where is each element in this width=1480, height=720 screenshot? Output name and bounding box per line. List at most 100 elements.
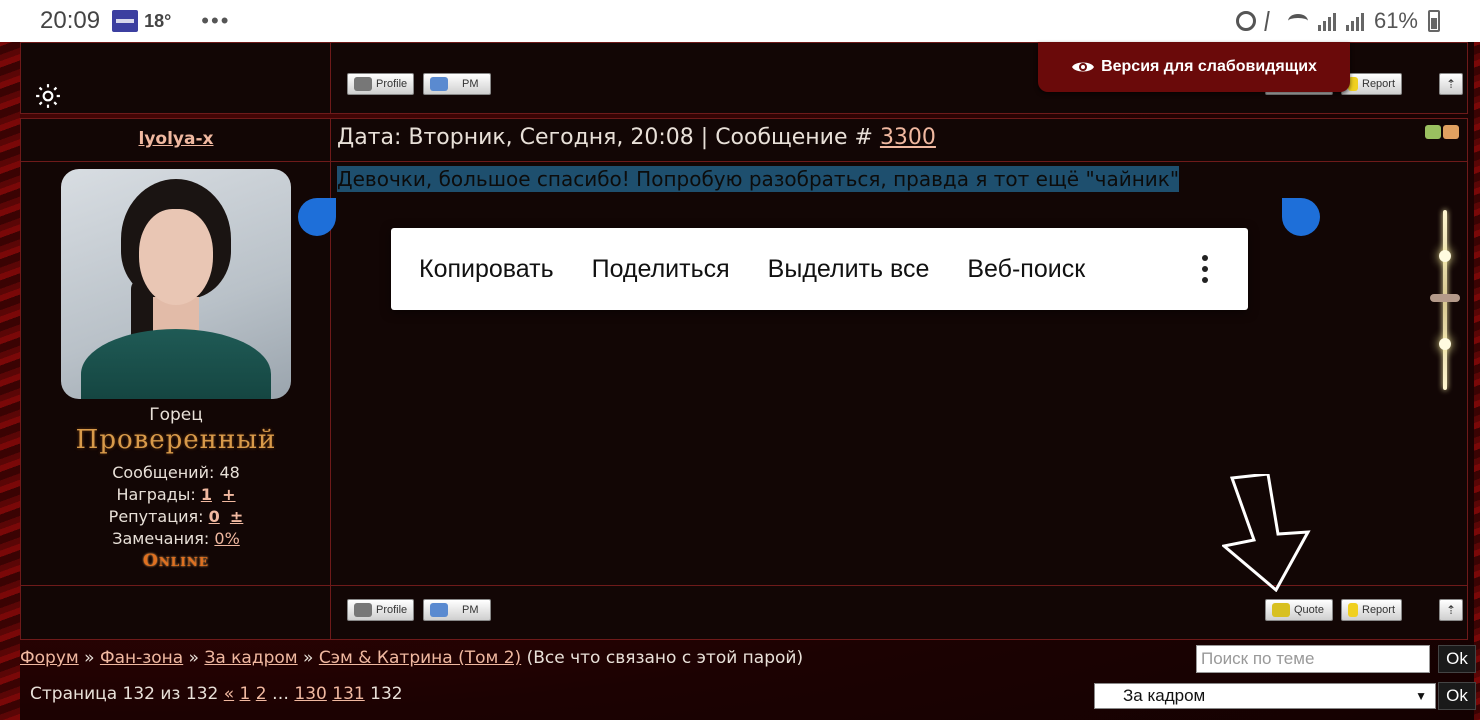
post-message[interactable]: Девочки, большое спасибо! Попробую разоб… [337,166,1180,192]
post-header-divider [21,161,1467,162]
profile-icon [354,77,372,91]
pm-label: PM [462,604,479,616]
breadcrumb-behind-scenes[interactable]: За кадром [204,648,297,668]
gear-icon[interactable] [35,83,61,109]
pm-label: PM [462,78,479,90]
battery-icon [1428,10,1440,32]
report-button[interactable]: Report [1341,599,1403,621]
quote-label: Quote [1294,604,1324,616]
rating-controls [1425,125,1459,139]
jump-ok-button[interactable]: Ok [1438,682,1476,710]
thumbs-up-icon[interactable] [1425,125,1441,139]
reputation-change-link[interactable]: ± [230,507,243,526]
quote-button[interactable]: Quote [1265,599,1333,621]
topic-description: (Все что связано с этой парой) [521,648,804,668]
page-1-link[interactable]: 1 [240,684,251,704]
arrow-up-icon: ⇡ [1445,77,1457,91]
warnings-stat: Замечания: 0% [21,529,331,548]
post-date: Дата: Вторник, Сегодня, 20:08 | Сообщени… [337,125,880,150]
scroll-glow-bottom [1439,338,1451,350]
posts-count: Сообщений: 48 [112,463,240,482]
signal-icon-2 [1345,11,1364,31]
status-bar: 20:09 18° ••• 61% [0,0,1480,42]
report-label: Report [1362,604,1396,616]
previous-post-left-cell [21,43,331,113]
post-author-link[interactable]: lyolya-x [21,129,331,149]
copy-menu-item[interactable]: Копировать [419,255,554,284]
pm-button-prev[interactable]: PM [423,73,491,95]
awards-add-link[interactable]: + [222,485,235,504]
alarm-icon [1235,11,1256,31]
scroll-top-button[interactable]: ⇡ [1439,599,1463,621]
wifi-icon [1287,14,1308,28]
page-130-link[interactable]: 130 [294,684,326,704]
web-search-menu-item[interactable]: Веб-поиск [967,255,1085,284]
forum-jump-select[interactable]: За кадром ▼ [1094,683,1436,709]
share-menu-item[interactable]: Поделиться [592,255,730,284]
page-info: Страница 132 из 132 [30,684,224,704]
breadcrumb: Форум » Фан-зона » За кадром » Сэм & Кат… [20,648,803,668]
selection-end-handle[interactable] [1282,198,1320,236]
breadcrumb-separator: » [297,648,319,668]
accessibility-version-button[interactable]: Версия для слабовидящих [1038,42,1350,92]
scroll-crossguard [1430,294,1460,302]
report-icon [1348,603,1358,617]
report-button-prev[interactable]: Report [1341,73,1403,95]
awards-link[interactable]: 1 [201,485,212,504]
breadcrumb-topic[interactable]: Сэм & Катрина (Том 2) [319,648,521,668]
breadcrumb-separator: » [183,648,205,668]
pagination: Страница 132 из 132 « 1 2 … 130 131 132 [30,684,403,704]
pm-button[interactable]: PM [423,599,491,621]
awards-stat: Награды: 1 + [21,485,331,504]
more-options-icon[interactable] [1190,255,1220,283]
profile-label: Profile [376,78,408,90]
app-notification-icon [112,10,139,32]
reputation-stat: Репутация: 0 ± [21,507,331,526]
post-number-link[interactable]: 3300 [880,125,936,150]
breadcrumb-fan-zone[interactable]: Фан-зона [100,648,183,668]
scroll-top-button-prev[interactable]: ⇡ [1439,73,1463,95]
thumbs-down-icon[interactable] [1443,125,1459,139]
profile-label: Profile [376,604,408,616]
warnings-link[interactable]: 0% [214,529,239,548]
profile-icon [354,603,372,617]
user-rank: Горец [149,405,203,425]
awards-label: Награды: [116,485,201,504]
profile-button[interactable]: Profile [347,599,415,621]
reputation-link[interactable]: 0 [209,507,220,526]
selected-message-text[interactable]: Девочки, большое спасибо! Попробую разоб… [337,166,1180,192]
page-131-link[interactable]: 131 [332,684,364,704]
breadcrumb-forum[interactable]: Форум [20,648,79,668]
online-status-badge: Online [143,551,209,571]
select-all-menu-item[interactable]: Выделить все [768,255,930,284]
current-page: 132 [370,684,403,704]
report-label: Report [1362,78,1396,90]
page-prev-link[interactable]: « [224,684,234,704]
arrow-up-icon: ⇡ [1445,603,1457,617]
bluetooth-icon [1264,11,1280,31]
warnings-label: Замечания: [112,529,215,548]
accessibility-label: Версия для слабовидящих [1101,58,1317,75]
avatar[interactable] [61,169,291,399]
user-rank-title: Проверенный [75,425,277,455]
battery-percent: 61% [1373,8,1418,33]
pointer-arrow-icon [1222,474,1311,592]
profile-button-prev[interactable]: Profile [347,73,415,95]
selection-start-handle[interactable] [298,198,336,236]
avatar-dress [81,329,271,399]
reputation-label: Репутация: [108,507,209,526]
scroll-glow-top [1439,250,1451,262]
post-header: Дата: Вторник, Сегодня, 20:08 | Сообщени… [337,125,936,150]
search-ok-button[interactable]: Ok [1438,645,1476,673]
decorative-scroll-icon[interactable] [1430,210,1460,390]
more-notifications-icon: ••• [201,8,231,33]
topic-search-input[interactable] [1196,645,1430,673]
breadcrumb-separator: » [78,648,100,668]
signal-icon [1317,11,1336,31]
status-time: 20:09 [40,7,101,34]
side-texture-left [0,40,20,720]
status-icons: 61% [1235,8,1440,34]
page-ellipsis: … [266,684,295,704]
forum-jump-selected: За кадром [1123,686,1206,705]
page-2-link[interactable]: 2 [256,684,267,704]
